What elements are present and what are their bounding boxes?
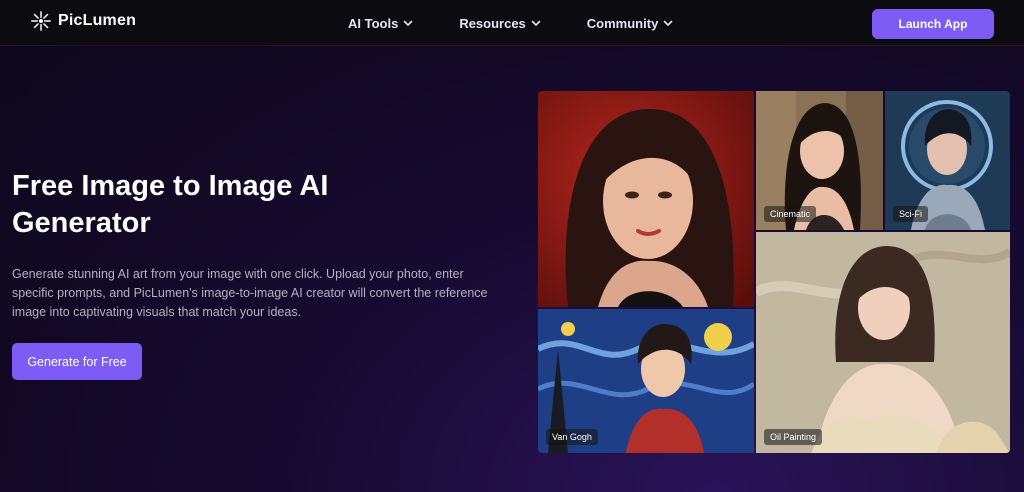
gallery-tile-van-gogh[interactable]: Van Gogh: [538, 309, 754, 453]
generate-for-free-button[interactable]: Generate for Free: [12, 343, 142, 380]
nav-ai-tools-label: AI Tools: [348, 15, 399, 31]
oil-painting-illustration: [756, 232, 1010, 453]
top-navbar: PicLumen AI Tools Resources Community La…: [0, 0, 1024, 46]
hero-title-line1: Free Image to Image AI: [12, 170, 329, 202]
gallery-tile-sci-fi[interactable]: Sci-Fi: [885, 91, 1010, 230]
sparkle-logo-icon: [31, 11, 51, 31]
portrait-illustration: [538, 91, 754, 307]
nav-community-label: Community: [586, 15, 659, 31]
brand-logo[interactable]: PicLumen: [30, 10, 136, 32]
nav-ai-tools[interactable]: AI Tools: [348, 16, 413, 31]
gallery-tile-cinematic[interactable]: Cinematic: [756, 91, 883, 230]
style-gallery: Cinematic Sci-Fi Van Gogh Oil Painting: [538, 91, 1010, 453]
chevron-down-icon: [531, 20, 541, 26]
chevron-down-icon: [663, 20, 673, 26]
hero-description: Generate stunning AI art from your image…: [12, 267, 488, 319]
gallery-tile-oil-painting[interactable]: Oil Painting: [756, 232, 1010, 453]
nav-resources[interactable]: Resources: [459, 15, 541, 31]
gallery-original-image: [538, 91, 754, 307]
style-tag-sci-fi: Sci-Fi: [893, 206, 928, 222]
style-tag-van-gogh: Van Gogh: [546, 429, 598, 445]
nav-community[interactable]: Community: [587, 16, 674, 31]
chevron-down-icon: [404, 20, 413, 26]
hero-title: Free Image to Image AI Generator: [12, 168, 432, 242]
brand-name: PicLumen: [58, 12, 137, 29]
main-nav-menu: AI Tools Resources Community: [348, 0, 673, 46]
nav-resources-label: Resources: [459, 15, 526, 31]
style-tag-cinematic: Cinematic: [764, 206, 817, 222]
launch-app-button[interactable]: Launch App: [872, 9, 994, 39]
style-tag-oil-painting: Oil Painting: [764, 429, 823, 445]
hero-title-line2: Generator: [12, 207, 151, 239]
